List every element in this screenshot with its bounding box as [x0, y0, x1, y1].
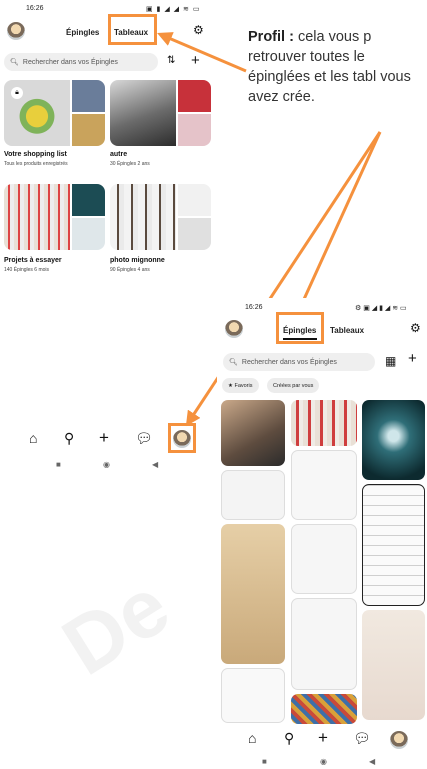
right-phone-screen: 16:26 ⚙ ▣ ◢ ▮ ◢ ≋ ▭ Épingles Tableaux ⚙ … [217, 298, 427, 769]
profile-avatar[interactable] [225, 320, 243, 338]
pin-image[interactable] [362, 610, 425, 720]
search-placeholder: Rechercher dans vos Épingles [241, 358, 337, 366]
search-icon[interactable]: ⚲ [284, 730, 294, 747]
home-button[interactable]: ◉ [320, 757, 327, 766]
active-tab-underline [283, 338, 317, 340]
search-icon: 🔍︎ [229, 359, 238, 366]
back-button[interactable]: ◀ [369, 757, 375, 766]
status-icons: ⚙ ▣ ◢ ▮ ◢ ≋ ▭ [355, 305, 407, 312]
plus-icon[interactable]: + [318, 728, 328, 748]
pin-image[interactable] [221, 470, 285, 520]
pin-image[interactable] [291, 694, 357, 724]
search-input[interactable]: 🔍︎ Rechercher dans vos Épingles [223, 353, 375, 371]
pin-image[interactable] [291, 400, 357, 446]
pin-image[interactable] [362, 400, 425, 480]
gear-icon[interactable]: ⚙ [410, 321, 421, 335]
home-icon[interactable]: ⌂ [248, 730, 256, 746]
status-time: 16:26 [245, 304, 263, 311]
filter-chip-created[interactable]: Créées par vous [267, 378, 320, 393]
grid-icon[interactable]: ▦ [385, 354, 396, 368]
tab-boards[interactable]: Tableaux [330, 326, 364, 335]
pin-image[interactable] [362, 484, 425, 606]
arrow-to-tab-boards [157, 32, 247, 73]
arrow-to-tab-pins [296, 131, 382, 315]
pin-image[interactable] [221, 668, 285, 723]
pin-image[interactable] [291, 524, 357, 594]
pin-image[interactable] [291, 598, 357, 690]
chat-icon[interactable]: 💬︎ [353, 730, 371, 747]
recent-apps-button[interactable]: ■ [262, 757, 267, 766]
pin-image[interactable] [221, 400, 285, 466]
pin-image[interactable] [291, 450, 357, 520]
add-icon[interactable]: + [408, 350, 417, 367]
filter-chip-favorites[interactable]: ★ Favoris [222, 378, 259, 393]
pin-image[interactable] [221, 524, 285, 664]
profile-avatar-nav[interactable] [390, 731, 408, 749]
